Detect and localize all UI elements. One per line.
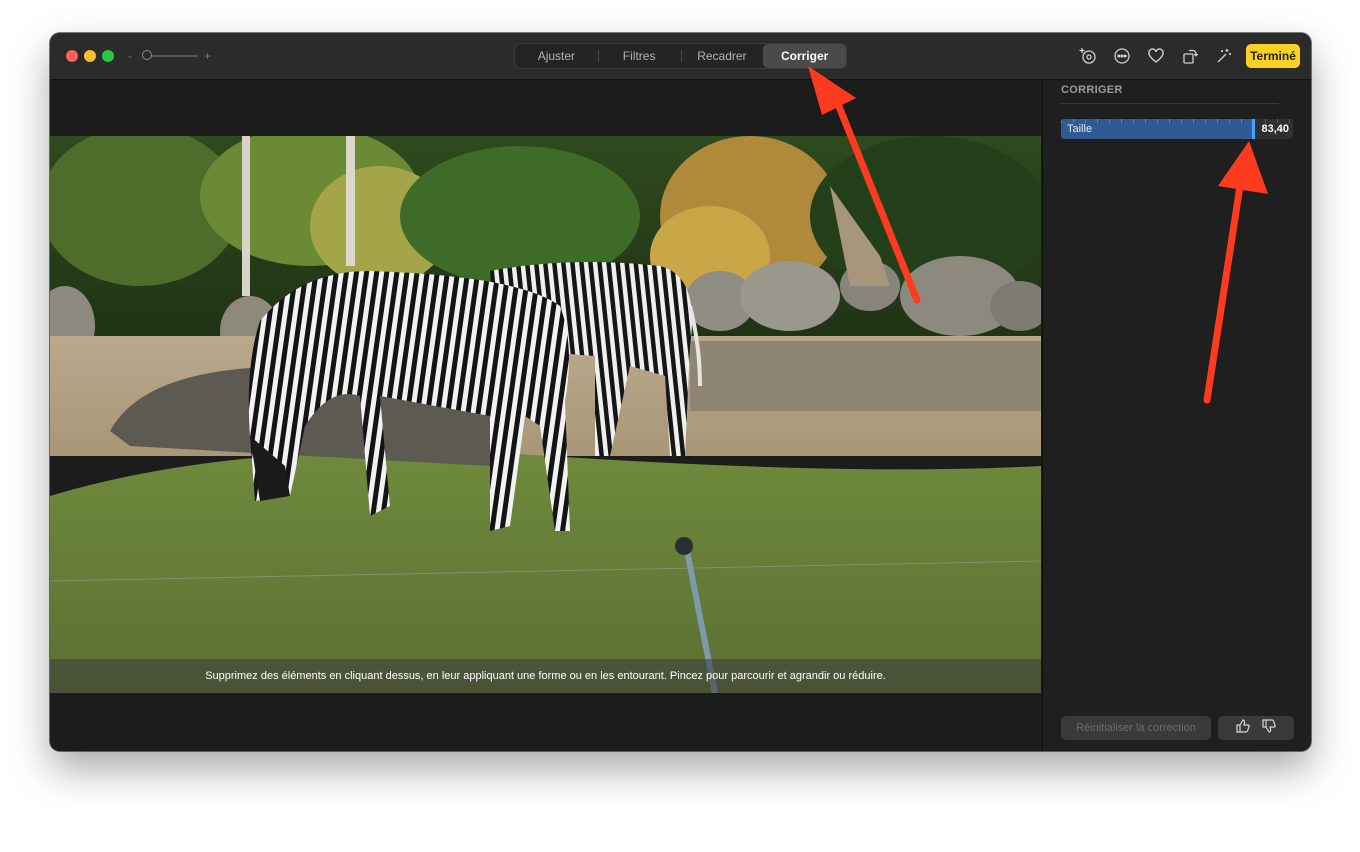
zebra-photo[interactable]: Supprimez des éléments en cliquant dessu… [50,136,1041,693]
feedback-buttons [1218,716,1294,740]
auto-enhance-icon[interactable] [1213,45,1235,67]
photos-editor-window: - + Ajuster Filtres Recadrer Corriger Te… [50,33,1311,751]
size-slider-value: 83,40 [1261,123,1289,135]
thumbs-down-icon[interactable] [1261,718,1277,739]
zoom-knob[interactable] [142,50,152,60]
size-slider-label: Taille [1067,123,1093,135]
maximize-window-button[interactable] [102,50,114,62]
tab-ajuster[interactable]: Ajuster [515,44,598,68]
close-window-button[interactable] [66,50,78,62]
zoom-slider[interactable]: - + [128,47,218,65]
tab-corriger[interactable]: Corriger [763,44,846,68]
zoom-out-label: - [128,49,132,63]
size-slider-handle[interactable] [1252,119,1255,139]
photo-canvas[interactable]: Supprimez des éléments en cliquant dessu… [50,80,1042,751]
add-to-album-icon[interactable] [1077,45,1099,67]
tab-filtres[interactable]: Filtres [597,44,681,68]
favorite-heart-icon[interactable] [1145,45,1167,67]
minimize-window-button[interactable] [84,50,96,62]
zebra-photo-image [50,136,1041,693]
titlebar: - + Ajuster Filtres Recadrer Corriger Te… [50,33,1311,80]
section-divider [1061,103,1279,104]
tab-recadrer[interactable]: Recadrer [680,44,764,68]
removal-hint-text: Supprimez des éléments en cliquant dessu… [50,659,1041,693]
toolbar-icons [1077,45,1235,67]
rotate-icon[interactable] [1179,45,1201,67]
zoom-in-label: + [204,49,212,63]
reset-correction-button[interactable]: Réinitialiser la correction [1061,716,1211,740]
size-slider[interactable]: Taille 83,40 [1061,119,1293,139]
thumbs-up-icon[interactable] [1235,718,1251,739]
size-slider-ticks [1061,119,1293,123]
done-button[interactable]: Terminé [1246,44,1300,68]
edit-mode-tabs: Ajuster Filtres Recadrer Corriger [514,43,847,69]
correction-sidebar: CORRIGER Taille 83,40 Réinitialiser la c… [1043,80,1311,751]
section-title: CORRIGER [1061,84,1123,96]
more-options-icon[interactable] [1111,45,1133,67]
